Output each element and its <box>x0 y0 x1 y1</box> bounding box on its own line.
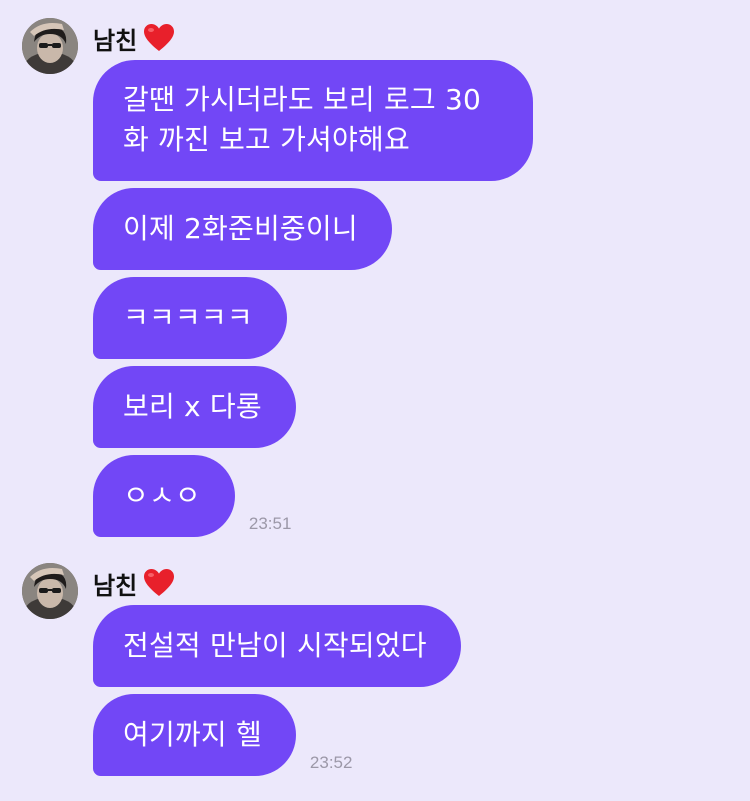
message-bubble[interactable]: ㅋㅋㅋㅋㅋ <box>93 277 287 359</box>
message-row: ㅋㅋㅋㅋㅋ <box>93 277 533 359</box>
red-heart-icon <box>143 568 175 598</box>
message-row: 갈땐 가시더라도 보리 로그 30 화 까진 보고 가셔야해요 <box>93 60 533 181</box>
sender-header: 남친 <box>93 20 175 56</box>
message-bubble[interactable]: 이제 2화준비중이니 <box>93 188 392 270</box>
message-group-1: 남친 갈땐 가시더라도 보리 로그 30 화 까진 보고 가셔야해요 이제 2화… <box>0 18 750 538</box>
bubble-list: 전설적 만남이 시작되었다 여기까지 헬 23:52 <box>93 605 461 783</box>
message-bubble[interactable]: 전설적 만남이 시작되었다 <box>93 605 461 687</box>
bubble-list: 갈땐 가시더라도 보리 로그 30 화 까진 보고 가셔야해요 이제 2화준비중… <box>93 60 533 544</box>
avatar[interactable] <box>22 563 78 619</box>
message-row: 보리 x 다롱 <box>93 366 533 448</box>
message-row: 여기까지 헬 23:52 <box>93 694 461 776</box>
message-group-2: 남친 전설적 만남이 시작되었다 여기까지 헬 23:52 <box>0 563 750 783</box>
message-row: ㅇㅅㅇ 23:51 <box>93 455 533 537</box>
message-row: 전설적 만남이 시작되었다 <box>93 605 461 687</box>
message-timestamp: 23:52 <box>309 753 353 772</box>
avatar[interactable] <box>22 18 78 74</box>
sender-name: 남친 <box>93 571 138 600</box>
message-bubble[interactable]: ㅇㅅㅇ <box>93 455 235 537</box>
sender-name: 남친 <box>93 26 138 55</box>
message-timestamp: 23:51 <box>248 514 292 533</box>
red-heart-icon <box>143 23 175 53</box>
message-bubble[interactable]: 여기까지 헬 <box>93 694 296 776</box>
message-row: 이제 2화준비중이니 <box>93 188 533 270</box>
message-bubble[interactable]: 보리 x 다롱 <box>93 366 296 448</box>
sender-header: 남친 <box>93 565 175 601</box>
message-bubble[interactable]: 갈땐 가시더라도 보리 로그 30 화 까진 보고 가셔야해요 <box>93 60 533 181</box>
